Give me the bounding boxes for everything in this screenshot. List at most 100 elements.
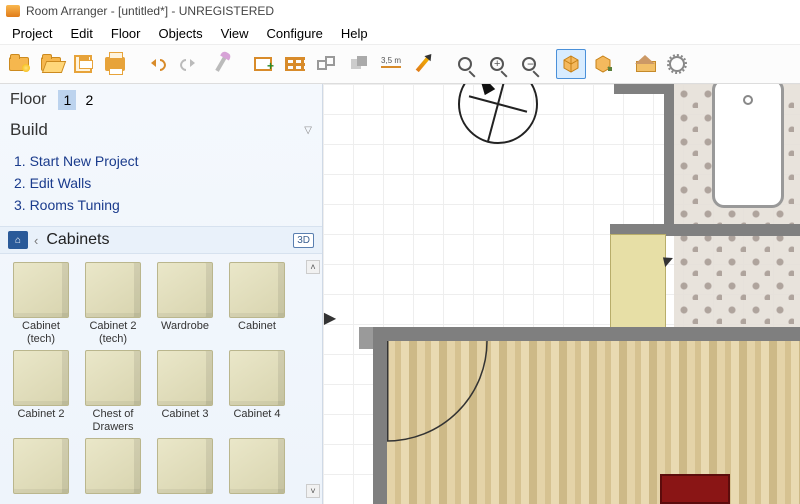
gallery-item[interactable]: [8, 438, 74, 504]
gallery-item-label: Cabinet: [224, 320, 290, 346]
cabinet-thumb-icon: [157, 262, 213, 318]
room-icon: [254, 57, 272, 71]
cabinet-thumb-icon: [85, 438, 141, 494]
measure-label: 3,5 m: [381, 56, 401, 65]
measure-icon: 3,5 m: [381, 56, 401, 72]
draw-button[interactable]: [408, 49, 438, 79]
gallery-item-label: [224, 496, 290, 504]
brush-icon: [215, 56, 226, 72]
gallery-scrollbar[interactable]: ˄ ˅: [306, 260, 320, 498]
wall-segment: [373, 327, 387, 504]
save-icon: [74, 55, 92, 73]
redo-icon: [180, 57, 198, 71]
zoom-in-button[interactable]: [482, 49, 512, 79]
bathtub-object[interactable]: [712, 84, 784, 208]
furniture-object[interactable]: [660, 474, 730, 504]
undo-button[interactable]: [142, 49, 172, 79]
zoom-out-button[interactable]: [514, 49, 544, 79]
build-item-walls[interactable]: 2. Edit Walls: [14, 172, 308, 194]
closet-object[interactable]: [610, 234, 666, 328]
snap-button[interactable]: [312, 49, 342, 79]
floor-label: Floor: [10, 91, 46, 109]
door-arc[interactable]: [387, 341, 497, 451]
gallery-item-label: Cabinet (tech): [8, 320, 74, 346]
save-button[interactable]: [68, 49, 98, 79]
floor-tab-2[interactable]: 2: [80, 90, 98, 110]
wall-segment: [664, 84, 674, 234]
menu-project[interactable]: Project: [4, 23, 60, 44]
cube-walk-icon: [594, 55, 612, 73]
menu-objects[interactable]: Objects: [151, 23, 211, 44]
zoom-fit-button[interactable]: [450, 49, 480, 79]
gallery-item[interactable]: Cabinet (tech): [8, 262, 74, 346]
menu-configure[interactable]: Configure: [259, 23, 331, 44]
new-project-button[interactable]: [4, 49, 34, 79]
category-home-icon: ⌂: [8, 231, 28, 249]
print-button[interactable]: [100, 49, 130, 79]
view-3d-button[interactable]: [556, 49, 586, 79]
build-item-tuning[interactable]: 3. Rooms Tuning: [14, 194, 308, 216]
measure-button[interactable]: 3,5 m: [376, 49, 406, 79]
sidebar-collapse-handle[interactable]: ▶: [323, 300, 337, 336]
gallery-item-label: [152, 496, 218, 504]
menu-view[interactable]: View: [213, 23, 257, 44]
gallery-item-label: Wardrobe: [152, 320, 218, 346]
gallery-item[interactable]: Cabinet 4: [224, 350, 290, 434]
object-gallery: Cabinet (tech)Cabinet 2 (tech)WardrobeCa…: [0, 254, 322, 504]
menu-edit[interactable]: Edit: [62, 23, 100, 44]
title-bar: Room Arranger - [untitled*] - UNREGISTER…: [0, 0, 800, 22]
floorplan-canvas[interactable]: [323, 84, 800, 504]
menu-help[interactable]: Help: [333, 23, 376, 44]
scroll-down-icon[interactable]: ˅: [306, 484, 320, 498]
zoom-in-icon: [490, 57, 504, 71]
gallery-item[interactable]: Wardrobe: [152, 262, 218, 346]
gallery-item-label: Cabinet 2 (tech): [80, 320, 146, 346]
gallery-item[interactable]: Chest of Drawers: [80, 350, 146, 434]
gallery-item[interactable]: [224, 438, 290, 504]
catalog-button[interactable]: [630, 49, 660, 79]
wall-icon: [285, 57, 305, 71]
build-item-start[interactable]: 1. Start New Project: [14, 150, 308, 172]
gallery-item[interactable]: Cabinet 2: [8, 350, 74, 434]
wall-segment: [373, 327, 800, 341]
paint-button[interactable]: [206, 49, 236, 79]
scroll-up-icon[interactable]: ˄: [306, 260, 320, 274]
add-room-button[interactable]: [248, 49, 278, 79]
floor-selector: Floor 1 2: [0, 84, 322, 116]
gallery-item-label: Cabinet 3: [152, 408, 218, 434]
gallery-item[interactable]: [152, 438, 218, 504]
print-icon: [105, 57, 125, 71]
collapse-triangle-icon: ▽: [304, 125, 312, 136]
edit-walls-button[interactable]: [280, 49, 310, 79]
cabinet-thumb-icon: [13, 350, 69, 406]
gallery-item[interactable]: Cabinet 2 (tech): [80, 262, 146, 346]
menu-bar: Project Edit Floor Objects View Configur…: [0, 22, 800, 44]
gallery-item[interactable]: [80, 438, 146, 504]
redo-button[interactable]: [174, 49, 204, 79]
cabinet-thumb-icon: [229, 438, 285, 494]
cabinet-thumb-icon: [13, 438, 69, 494]
gallery-item-label: [80, 496, 146, 504]
home-icon: [636, 56, 654, 72]
settings-button[interactable]: [662, 49, 692, 79]
gear-icon: [669, 56, 685, 72]
cabinet-thumb-icon: [157, 350, 213, 406]
floor-tab-1[interactable]: 1: [58, 90, 76, 110]
build-header[interactable]: Build ▽: [0, 116, 322, 144]
snap-icon: [316, 53, 338, 75]
gallery-item[interactable]: Cabinet: [224, 262, 290, 346]
gallery-item-label: Cabinet 4: [224, 408, 290, 434]
chevron-left-icon[interactable]: ‹: [34, 233, 38, 248]
walk-3d-button[interactable]: [588, 49, 618, 79]
window-title: Room Arranger - [untitled*] - UNREGISTER…: [26, 4, 274, 18]
badge-3d[interactable]: 3D: [293, 233, 314, 248]
category-header[interactable]: ⌂ ‹ Cabinets 3D: [0, 226, 322, 254]
cabinet-thumb-icon: [85, 350, 141, 406]
app-logo-icon: [6, 5, 20, 17]
gallery-item[interactable]: Cabinet 3: [152, 350, 218, 434]
menu-floor[interactable]: Floor: [103, 23, 149, 44]
group-button[interactable]: [344, 49, 374, 79]
open-button[interactable]: [36, 49, 66, 79]
gallery-item-label: Cabinet 2: [8, 408, 74, 434]
gallery-item-label: [8, 496, 74, 504]
